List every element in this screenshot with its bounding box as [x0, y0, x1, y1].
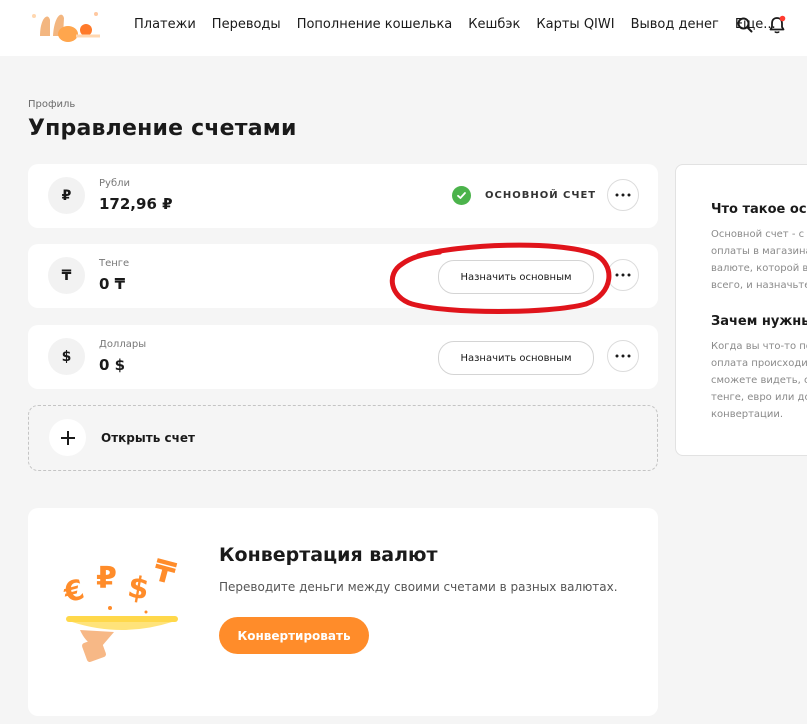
- convert-button[interactable]: Конвертировать: [219, 617, 369, 654]
- svg-text:₸: ₸: [150, 553, 179, 592]
- account-name: Рубли: [99, 178, 131, 189]
- nav-item-cards[interactable]: Карты QIWI: [536, 16, 614, 34]
- account-name: Доллары: [99, 339, 147, 350]
- qiwi-logo-icon[interactable]: [28, 6, 102, 44]
- more-options-button[interactable]: [607, 340, 639, 372]
- main-nav: Платежи Переводы Пополнение кошелька Кеш…: [134, 16, 792, 34]
- tenge-icon: ₸: [48, 257, 85, 294]
- plus-icon: [49, 419, 86, 456]
- dollar-icon: $: [48, 338, 85, 375]
- top-bar: Платежи Переводы Пополнение кошелька Кеш…: [0, 0, 807, 56]
- nav-item-topup[interactable]: Пополнение кошелька: [297, 16, 453, 34]
- more-icon: [615, 354, 631, 358]
- account-balance: 0 $: [99, 356, 126, 374]
- more-icon: [615, 273, 631, 277]
- nav-item-transfers[interactable]: Переводы: [212, 16, 281, 34]
- conversion-title: Конвертация валют: [219, 544, 438, 566]
- open-account-button[interactable]: Открыть счет: [28, 405, 658, 471]
- account-name: Тенге: [99, 258, 130, 269]
- info-text-line: всего, и назначьте: [711, 280, 807, 291]
- info-text-line: оплаты в магазина: [711, 246, 807, 257]
- account-balance: 0 ₸: [99, 275, 126, 293]
- info-panel: Что такое осн Основной счет - с оплаты в…: [675, 164, 807, 456]
- svg-text:₽: ₽: [96, 561, 117, 596]
- nav-item-withdraw[interactable]: Вывод денег: [631, 16, 719, 34]
- main-account-label: ОСНОВНОЙ СЧЕТ: [485, 190, 597, 201]
- nav-item-cashback[interactable]: Кешбэк: [468, 16, 520, 34]
- more-options-button[interactable]: [607, 259, 639, 291]
- info-text-line: тенге, евро или до: [711, 392, 807, 403]
- info-question-why: Зачем нужны: [711, 314, 807, 329]
- open-account-label: Открыть счет: [101, 431, 195, 445]
- info-text-line: валюте, которой в: [711, 263, 807, 274]
- info-text-line: Когда вы что-то по: [711, 341, 807, 352]
- account-balance: 172,96 ₽: [99, 195, 173, 213]
- breadcrumb[interactable]: Профиль: [28, 99, 75, 110]
- svg-text:€: €: [59, 573, 87, 610]
- more-options-button[interactable]: [607, 179, 639, 211]
- more-icon: [615, 193, 631, 197]
- bell-icon[interactable]: [767, 15, 787, 35]
- conversion-card: € ₽ $ ₸ Конвертация валют Переводите ден…: [28, 508, 658, 716]
- account-row-usd: $ Доллары 0 $ Назначить основным: [28, 325, 658, 389]
- account-row-kzt: ₸ Тенге 0 ₸ Назначить основным: [28, 244, 658, 308]
- info-text-line: конвертации.: [711, 409, 784, 420]
- conversion-description: Переводите деньги между своими счетами в…: [219, 580, 618, 594]
- notification-dot: [779, 15, 786, 22]
- main-account-badge: ОСНОВНОЙ СЧЕТ: [452, 186, 596, 205]
- set-main-button[interactable]: Назначить основным: [438, 341, 594, 375]
- info-text-line: оплата происходи: [711, 358, 807, 369]
- search-icon[interactable]: [735, 15, 755, 35]
- ruble-icon: ₽: [48, 177, 85, 214]
- currency-tray-illustration: € ₽ $ ₸: [59, 553, 179, 662]
- nav-item-payments[interactable]: Платежи: [134, 16, 196, 34]
- info-question-main-account: Что такое осн: [711, 202, 807, 217]
- svg-text:$: $: [125, 570, 152, 608]
- check-icon: [452, 186, 471, 205]
- set-main-button[interactable]: Назначить основным: [438, 260, 594, 294]
- info-text-line: сможете видеть, с: [711, 375, 807, 386]
- page-title: Управление счетами: [28, 116, 297, 141]
- info-text-line: Основной счет - с: [711, 229, 805, 240]
- account-row-rub: ₽ Рубли 172,96 ₽ ОСНОВНОЙ СЧЕТ: [28, 164, 658, 228]
